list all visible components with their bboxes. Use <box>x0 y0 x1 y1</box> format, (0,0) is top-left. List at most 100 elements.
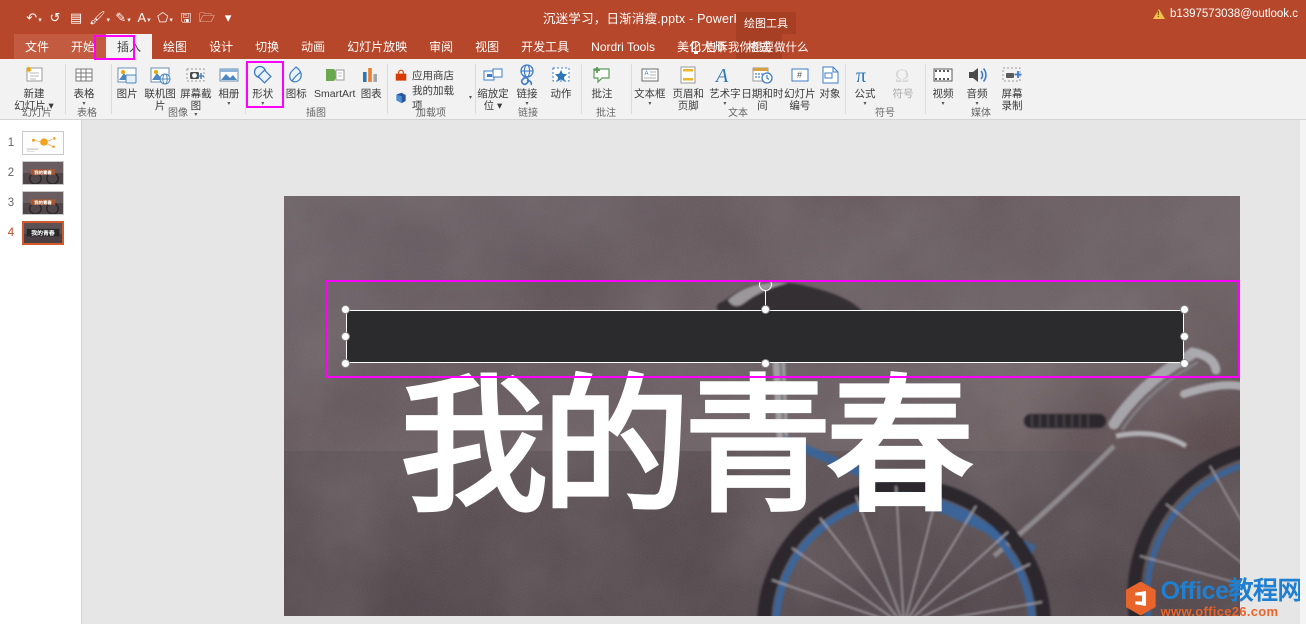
handle-middle-left[interactable] <box>341 332 350 341</box>
picture-button[interactable]: 图片 <box>112 61 142 101</box>
slide-number-label: 1 <box>0 137 22 149</box>
ribbon-tab-bar: 文件开始插入绘图设计切换动画幻灯片放映审阅视图开发工具Nordri Tools美… <box>0 34 1306 59</box>
tab-label: 切换 <box>255 38 279 55</box>
video-icon <box>931 63 955 87</box>
video-button[interactable]: 视频▾ <box>926 61 960 107</box>
tab-开始[interactable]: 开始 <box>60 34 106 59</box>
new-comment-button[interactable]: 批注 <box>582 61 622 101</box>
slide-number-label: 4 <box>0 227 22 239</box>
tab-label: 审阅 <box>429 38 453 55</box>
chevron-down-icon[interactable]: ▾ <box>469 94 472 101</box>
tab-切换[interactable]: 切换 <box>244 34 290 59</box>
tab-文件[interactable]: 文件 <box>14 34 60 59</box>
svg-text:A: A <box>644 71 648 77</box>
ribbon-group-text: A文本框▾页眉和页脚A艺术字▾日期和时间#幻灯片 编号对象文本 <box>632 59 844 120</box>
photo-album-icon <box>217 63 241 87</box>
tab-视图[interactable]: 视图 <box>464 34 510 59</box>
text-box-button[interactable]: A文本框▾ <box>632 61 668 107</box>
smartart-button[interactable]: SmartArt <box>313 61 356 101</box>
account-indicator[interactable]: b1397573038@outlook.c <box>1153 8 1298 20</box>
object-button[interactable]: 对象 <box>816 61 844 101</box>
tell-me-search[interactable]: 告诉我你想要做什么 <box>692 34 809 59</box>
ribbon-group-label: 表格 <box>64 104 110 119</box>
ribbon-group-symbols: π公式▾Ω符号符号 <box>846 59 924 120</box>
handle-middle-right[interactable] <box>1180 332 1189 341</box>
handle-bottom-center[interactable] <box>761 359 770 368</box>
tab-插入[interactable]: 插入 <box>106 34 152 59</box>
ribbon-group-label: 链接 <box>476 104 580 119</box>
shapes-icon <box>251 63 275 87</box>
slide-canvas-area[interactable]: 我的青春 Office教程网 www.office26. <box>82 120 1306 624</box>
handle-bottom-right[interactable] <box>1180 359 1189 368</box>
icons-button[interactable]: 图标 <box>280 61 314 101</box>
wordart-button[interactable]: A艺术字▾ <box>709 61 741 107</box>
chart-button[interactable]: 图表 <box>356 61 386 101</box>
shapes-button[interactable]: 形状▾ <box>246 61 280 107</box>
button-label: 动作 <box>551 89 572 101</box>
tab-动画[interactable]: 动画 <box>290 34 336 59</box>
rectangle-shape[interactable] <box>346 310 1184 363</box>
powerpoint-window: ↶▾↺▤🖌▾✎▾A▾⬠▾🖫🗁▾ 沉迷学习，日渐消瘦.pptx - PowerPo… <box>0 0 1306 624</box>
handle-top-center[interactable] <box>761 305 770 314</box>
ribbon-group-media: 视频▾音频▾屏幕 录制媒体 <box>926 59 1036 120</box>
button-label: 相册 <box>218 89 239 101</box>
account-email: b1397573038@outlook.c <box>1170 8 1298 20</box>
slide-thumbnail-image[interactable]: 我的青春 <box>22 191 64 215</box>
photo-album-button[interactable]: 相册▾ <box>214 61 244 107</box>
object-icon <box>818 63 842 87</box>
ribbon-group-items: A文本框▾页眉和页脚A艺术字▾日期和时间#幻灯片 编号对象 <box>632 59 844 105</box>
office-logo-icon <box>1126 582 1156 616</box>
ribbon-group-comments: 批注批注 <box>582 59 630 120</box>
handle-top-left[interactable] <box>341 305 350 314</box>
ribbon-group-items: 形状▾ 图标 SmartArt图表 <box>246 59 386 105</box>
slide-headline[interactable]: 我的青春 <box>400 372 1130 532</box>
window-title: 沉迷学习，日渐消瘦.pptx - PowerPoint <box>0 8 1306 27</box>
chart-icon <box>359 63 383 87</box>
screenshot-icon <box>184 63 208 87</box>
tab-绘图[interactable]: 绘图 <box>152 34 198 59</box>
ribbon-group-images: 图片联机图片屏幕截图▾相册▾图像 <box>112 59 244 120</box>
ribbon-group-label: 文本 <box>632 104 844 119</box>
slide-thumbnail-item-3[interactable]: 3 我的青春 <box>0 188 82 218</box>
svg-text:π: π <box>856 65 866 87</box>
equation-button[interactable]: π公式▾ <box>846 61 884 107</box>
tab-Nordri-Tools[interactable]: Nordri Tools <box>580 34 666 59</box>
button-label: 图标 <box>286 89 307 101</box>
vertical-scrollbar[interactable] <box>1300 120 1306 624</box>
tab-幻灯片放映[interactable]: 幻灯片放映 <box>336 34 418 59</box>
tab-label: 动画 <box>301 38 325 55</box>
button-label: 批注 <box>592 89 613 101</box>
slide-surface[interactable]: 我的青春 <box>284 196 1240 616</box>
slides-thumbnail-pane[interactable]: 1 2 我的青春3 我的青春4 我的青春 <box>0 120 82 624</box>
action-icon <box>549 63 573 87</box>
button-label: 艺术字 <box>709 89 741 101</box>
ribbon-group-items: 缩放定 位 ▾链接▾动作 <box>476 59 580 105</box>
svg-text:#: # <box>797 70 802 80</box>
handle-bottom-left[interactable] <box>341 359 350 368</box>
handle-top-right[interactable] <box>1180 305 1189 314</box>
tab-开发工具[interactable]: 开发工具 <box>510 34 580 59</box>
slide-thumbnail-item-4[interactable]: 4 我的青春 <box>0 218 82 248</box>
zoom-icon <box>481 63 505 87</box>
ribbon-group-label: 符号 <box>846 104 924 119</box>
tab-审阅[interactable]: 审阅 <box>418 34 464 59</box>
audio-button[interactable]: 音频▾ <box>960 61 994 107</box>
ribbon-group-items: 批注 <box>582 59 630 105</box>
comment-icon <box>590 63 614 87</box>
slide-thumbnail-item-1[interactable]: 1 <box>0 128 82 158</box>
ribbon-group-items: 视频▾音频▾屏幕 录制 <box>926 59 1036 105</box>
link-button[interactable]: 链接▾ <box>510 61 544 107</box>
button-label: 应用商店 <box>412 68 454 83</box>
slide-thumbnail-image[interactable]: 我的青春 <box>22 161 64 185</box>
lightbulb-icon <box>692 41 700 52</box>
slide-thumbnail-item-2[interactable]: 2 我的青春 <box>0 158 82 188</box>
tab-设计[interactable]: 设计 <box>198 34 244 59</box>
rotate-handle[interactable] <box>759 278 772 291</box>
button-label: 对象 <box>819 89 840 101</box>
ribbon-group-label: 媒体 <box>926 104 1036 119</box>
date-time-icon <box>750 63 774 87</box>
action-button[interactable]: 动作 <box>544 61 578 101</box>
table-button[interactable]: 表格▾ <box>64 61 104 107</box>
slide-thumbnail-image[interactable]: 我的青春 <box>22 221 64 245</box>
slide-thumbnail-image[interactable] <box>22 131 64 155</box>
